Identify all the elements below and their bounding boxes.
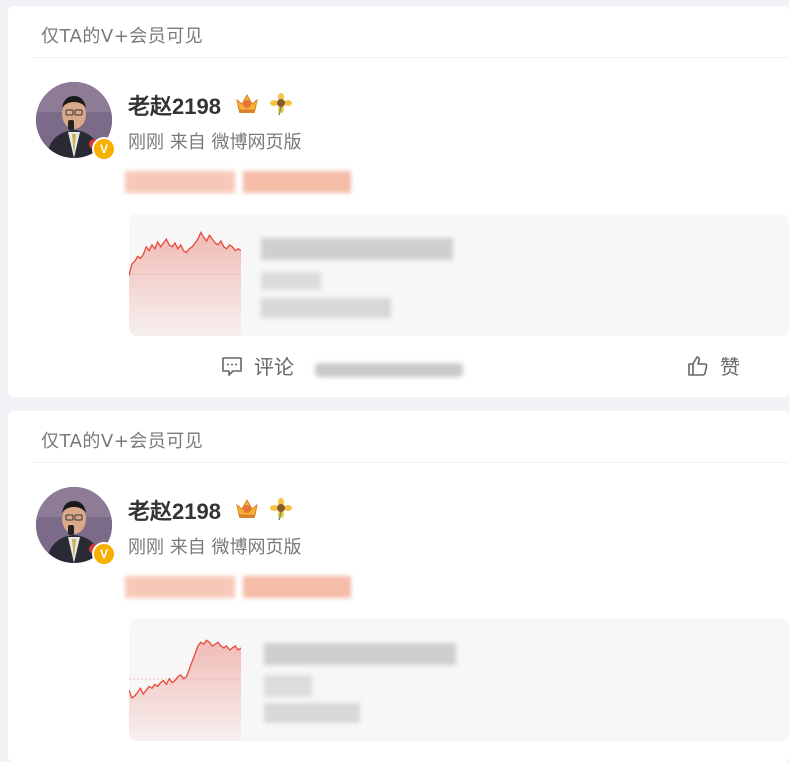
visibility-label: 仅TA的V+会员可见 xyxy=(41,26,204,47)
blurred-repost-line xyxy=(264,675,312,697)
like-label: 赞 xyxy=(720,355,740,379)
blurred-repost-line xyxy=(261,272,321,290)
verified-badge-icon: V xyxy=(92,542,116,566)
like-button[interactable]: 赞 xyxy=(686,351,740,380)
blurred-repost-title xyxy=(261,238,453,260)
author-name[interactable]: 老赵2198 xyxy=(128,89,221,121)
divider xyxy=(34,462,789,463)
comment-label: 评论 xyxy=(254,355,294,379)
repost-chart xyxy=(129,230,241,336)
post-meta: 刚刚 来自 微博网页版 xyxy=(128,537,302,558)
blurred-repost-line xyxy=(264,703,360,723)
vip-crown-icon xyxy=(236,498,258,518)
blurred-post-text xyxy=(125,574,353,600)
post-card: 仅TA的V+会员可见 V 老赵2198 xyxy=(8,6,789,397)
blurred-overlay-text xyxy=(315,362,463,378)
author-name[interactable]: 老赵2198 xyxy=(128,494,221,526)
blurred-post-text xyxy=(125,169,353,195)
comment-icon xyxy=(222,356,242,376)
blurred-repost-title xyxy=(264,643,456,665)
blurred-repost-line xyxy=(261,298,391,318)
repost-chart xyxy=(129,639,241,741)
repost-card[interactable] xyxy=(129,619,789,741)
sunflower-icon xyxy=(270,498,292,521)
post-card: 仅TA的V+会员可见 V 老赵2198 xyxy=(8,411,789,762)
thumbs-up-icon xyxy=(688,355,708,376)
vip-crown-icon xyxy=(236,93,258,113)
comment-button[interactable]: 评论 xyxy=(220,351,294,380)
visibility-label: 仅TA的V+会员可见 xyxy=(41,431,204,452)
sunflower-icon xyxy=(270,93,292,116)
divider xyxy=(34,57,789,58)
repost-card[interactable] xyxy=(129,214,789,336)
post-meta: 刚刚 来自 微博网页版 xyxy=(128,132,302,153)
verified-badge-icon: V xyxy=(92,137,116,161)
